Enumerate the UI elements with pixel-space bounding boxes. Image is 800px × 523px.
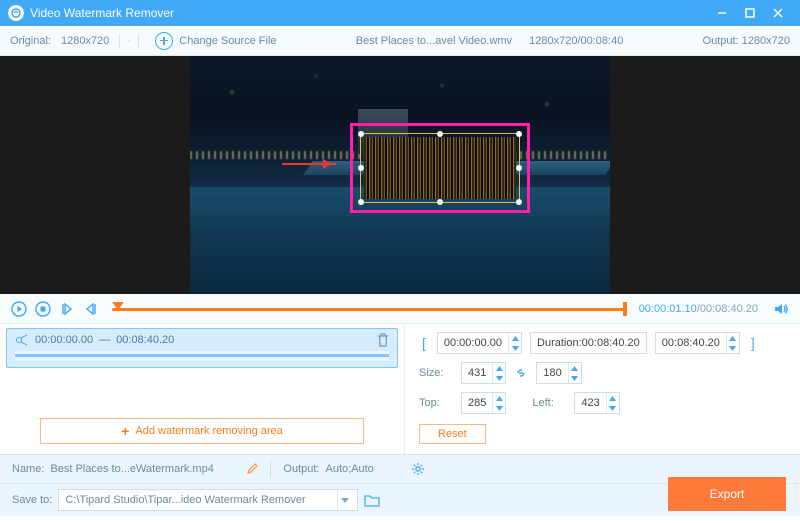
stop-button[interactable]	[34, 300, 52, 318]
resize-handle[interactable]	[516, 199, 522, 205]
add-area-label: Add watermark removing area	[135, 425, 282, 437]
edit-name-button[interactable]	[246, 463, 258, 475]
time-display: 00:00:01.10/00:08:40.20	[639, 303, 758, 315]
annotation-arrow	[282, 163, 336, 165]
titlebar: Video Watermark Remover	[0, 0, 800, 26]
set-end-button[interactable]	[82, 300, 100, 318]
timeline-slider[interactable]	[112, 304, 627, 314]
current-filename: Best Places to...avel Video.wmv	[356, 35, 512, 47]
maximize-button[interactable]	[736, 0, 764, 26]
spin-up[interactable]	[509, 333, 521, 343]
volume-button[interactable]	[772, 300, 790, 318]
width-input[interactable]: 431	[461, 362, 506, 384]
delete-segment-button[interactable]	[377, 333, 389, 347]
spin-up[interactable]	[493, 393, 505, 403]
video-frame[interactable]	[190, 57, 610, 293]
spin-down[interactable]	[493, 403, 505, 413]
playback-bar: 00:00:01.10/00:08:40.20	[0, 294, 800, 324]
output-settings-button[interactable]	[411, 462, 425, 476]
resize-handle[interactable]	[358, 165, 364, 171]
spin-down[interactable]	[607, 403, 619, 413]
height-input[interactable]: 180	[536, 362, 581, 384]
segment-range-slider[interactable]	[15, 351, 389, 361]
left-input[interactable]: 423	[574, 392, 619, 414]
saveto-label: Save to:	[12, 494, 52, 506]
segment-end: 00:08:40.20	[116, 334, 174, 346]
size-label: Size:	[419, 367, 453, 379]
total-time: 00:08:40.20	[700, 303, 758, 315]
resize-handle[interactable]	[358, 199, 364, 205]
resize-handle[interactable]	[516, 165, 522, 171]
current-time: 00:00:01.10	[639, 303, 697, 315]
segment-item[interactable]: 00:00:00.00 — 00:08:40.20	[6, 328, 398, 368]
file-dim-time: 1280x720/00:08:40	[529, 35, 623, 47]
resize-handle[interactable]	[516, 131, 522, 137]
resize-handle[interactable]	[437, 131, 443, 137]
link-aspect-icon[interactable]	[514, 366, 528, 380]
plus-icon: +	[121, 423, 129, 439]
export-button[interactable]: Export	[668, 477, 786, 511]
add-watermark-area-button[interactable]: + Add watermark removing area	[40, 418, 364, 444]
segments-panel: 00:00:00.00 — 00:08:40.20 + Add watermar…	[0, 324, 405, 454]
saveto-select[interactable]: C:\Tipard Studio\Tipar...ideo Watermark …	[58, 489, 358, 511]
duration-input[interactable]: Duration:00:08:40.20	[530, 332, 647, 354]
segment-sep: —	[99, 334, 110, 346]
segment-start: 00:00:00.00	[35, 334, 93, 346]
spin-down[interactable]	[509, 343, 521, 353]
chevron-down-icon	[337, 490, 351, 510]
close-button[interactable]	[764, 0, 792, 26]
bracket-left-icon: [	[419, 335, 429, 351]
spin-down[interactable]	[493, 373, 505, 383]
plus-icon	[155, 32, 173, 50]
change-source-label: Change Source File	[179, 35, 276, 47]
spin-up[interactable]	[493, 363, 505, 373]
original-dimensions: 1280x720	[61, 35, 109, 47]
info-bar: Original: 1280x720 Change Source File Be…	[0, 26, 800, 56]
end-time-input[interactable]: 00:08:40.20	[655, 332, 740, 354]
reset-button[interactable]: Reset	[419, 424, 486, 444]
video-preview-area	[0, 56, 800, 294]
preview-toggle-icon[interactable]	[119, 34, 139, 48]
resize-handle[interactable]	[358, 131, 364, 137]
spin-up[interactable]	[607, 393, 619, 403]
name-label: Name:	[12, 463, 44, 475]
top-label: Top:	[419, 397, 453, 409]
start-time-input[interactable]: 00:00:00.00	[437, 332, 522, 354]
app-title: Video Watermark Remover	[30, 6, 708, 20]
bottom-panel: 00:00:00.00 — 00:08:40.20 + Add watermar…	[0, 324, 800, 454]
output-name-input[interactable]	[50, 463, 240, 475]
left-label: Left:	[532, 397, 566, 409]
output-format-input[interactable]	[325, 463, 405, 475]
watermark-selection[interactable]	[350, 123, 530, 213]
change-source-button[interactable]: Change Source File	[155, 32, 276, 50]
set-start-button[interactable]	[58, 300, 76, 318]
output-label: Output:	[703, 35, 739, 47]
spin-up[interactable]	[569, 363, 581, 373]
resize-handle[interactable]	[437, 199, 443, 205]
open-folder-button[interactable]	[364, 494, 380, 507]
saveto-value: C:\Tipard Studio\Tipar...ideo Watermark …	[65, 494, 305, 506]
bracket-right-icon: ]	[748, 335, 758, 351]
segment-icon	[15, 333, 29, 347]
play-button[interactable]	[10, 300, 28, 318]
original-label: Original:	[10, 35, 51, 47]
spin-up[interactable]	[727, 333, 739, 343]
controls-panel: [ 00:00:00.00 Duration:00:08:40.20 00:08…	[405, 324, 800, 454]
minimize-button[interactable]	[708, 0, 736, 26]
output-dimensions: 1280x720	[742, 35, 790, 47]
output-format-label: Output:	[283, 463, 319, 475]
spin-down[interactable]	[727, 343, 739, 353]
spin-down[interactable]	[569, 373, 581, 383]
top-input[interactable]: 285	[461, 392, 506, 414]
app-logo-icon	[8, 5, 24, 21]
